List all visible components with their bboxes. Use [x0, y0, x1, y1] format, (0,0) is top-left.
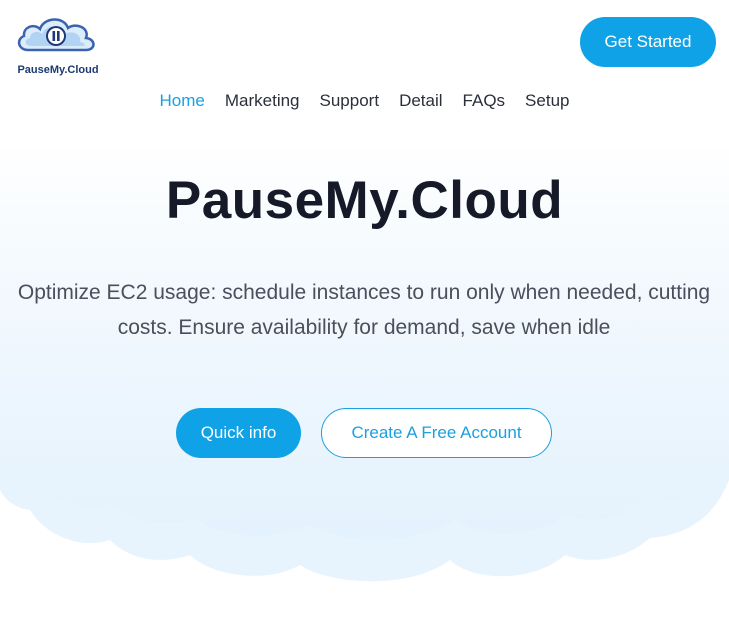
hero-description: Optimize EC2 usage: schedule instances t… [17, 281, 711, 339]
quick-info-button[interactable]: Quick info [176, 408, 301, 458]
nav-item-home[interactable]: Home [160, 91, 205, 111]
main-nav: Home Marketing Support Detail FAQs Setup [0, 91, 729, 111]
brand-name: PauseMy.Cloud [17, 64, 99, 76]
cloud-pause-icon [17, 18, 95, 52]
nav-item-faqs[interactable]: FAQs [463, 91, 506, 111]
create-free-account-button[interactable]: Create A Free Account [321, 408, 552, 458]
nav-item-marketing[interactable]: Marketing [225, 91, 300, 111]
brand-logo[interactable]: PauseMy.Cloud [12, 12, 104, 76]
get-started-button[interactable]: Get Started [580, 17, 716, 67]
hero-title: PauseMy.Cloud [165, 171, 564, 230]
site-header: PauseMy.Cloud Get Started Home Marketing… [0, 0, 729, 140]
nav-item-support[interactable]: Support [320, 91, 380, 111]
nav-item-setup[interactable]: Setup [525, 91, 569, 111]
nav-item-detail[interactable]: Detail [399, 91, 442, 111]
